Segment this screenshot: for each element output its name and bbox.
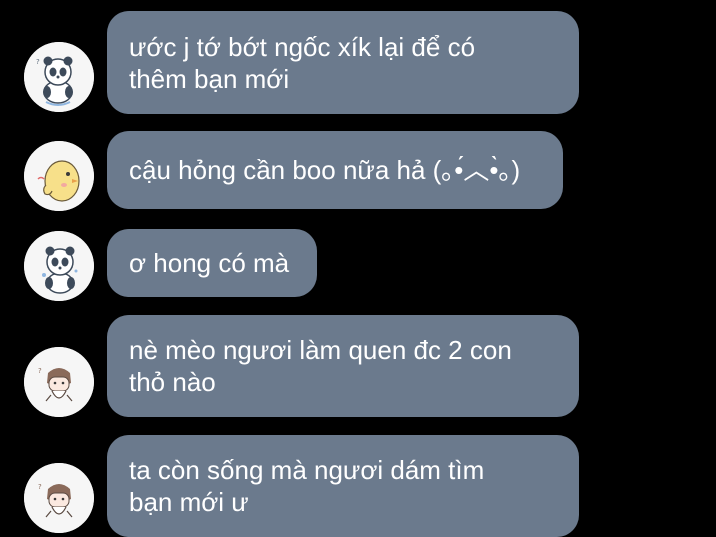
- message-text: nè mèo ngươi làm quen đc 2 con thỏ nào: [129, 335, 512, 397]
- cat-sticker-avatar[interactable]: ?: [24, 347, 94, 417]
- cat-icon: ?: [24, 463, 94, 533]
- message-text: ước j tớ bớt ngốc xík lại để có thêm bạn…: [129, 31, 476, 94]
- message-bubble[interactable]: ta còn sống mà ngươi dám tìm bạn mới ư: [107, 435, 579, 537]
- chick-icon: [24, 141, 94, 211]
- message-bubble[interactable]: cậu hỏng cần boo nữa hả (｡•́︿•̀｡): [107, 131, 563, 209]
- svg-text:?: ?: [36, 58, 40, 66]
- message-bubble[interactable]: ơ hong có mà: [107, 229, 317, 297]
- panda-sticker-avatar[interactable]: [24, 231, 94, 301]
- svg-text:?: ?: [38, 483, 42, 491]
- message-bubble[interactable]: ước j tớ bớt ngốc xík lại để có thêm bạn…: [107, 11, 579, 114]
- panda-sticker-avatar[interactable]: ?: [24, 42, 94, 112]
- panda-icon: ?: [24, 42, 94, 112]
- message-text: ta còn sống mà ngươi dám tìm bạn mới ư: [129, 455, 485, 517]
- cat-icon: ?: [24, 347, 94, 417]
- panda-icon: [24, 231, 94, 301]
- chat-thread: ? ước j tớ bớt ngốc xík lại để có thêm b…: [0, 0, 716, 537]
- cat-sticker-avatar[interactable]: ?: [24, 463, 94, 533]
- message-bubble[interactable]: nè mèo ngươi làm quen đc 2 con thỏ nào: [107, 315, 579, 417]
- message-text: cậu hỏng cần boo nữa hả (｡•́︿•̀｡): [129, 155, 521, 185]
- chick-sticker-avatar[interactable]: [24, 141, 94, 211]
- message-text: ơ hong có mà: [129, 248, 290, 278]
- svg-text:?: ?: [38, 367, 42, 375]
